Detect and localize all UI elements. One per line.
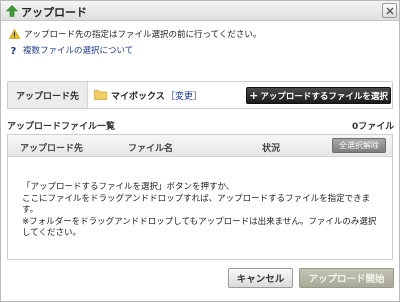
column-destination: アップロード先 — [20, 144, 84, 154]
file-list-header: アップロード先 ファイル名 状況 全選択解除 — [8, 135, 392, 157]
column-filename: ファイル名 — [128, 144, 174, 154]
cancel-button[interactable]: キャンセル — [228, 268, 293, 288]
deselect-all-button[interactable]: 全選択解除 — [332, 138, 386, 153]
dropzone-instructions: 「アップロードするファイルを選択」ボタンを押すか、 ここにファイルをドラッグアン… — [22, 182, 382, 240]
notice-row: アップロード先の指定はファイル選択の前に行ってください。 — [9, 28, 261, 40]
instruction-line: 「アップロードするファイルを選択」ボタンを押すか、 — [22, 182, 235, 192]
upload-destination-panel: アップロード先 マイボックス ［変更］ + アップロードするファイルを選択 — [7, 81, 393, 109]
select-files-label: アップロードするファイルを選択 — [260, 91, 388, 102]
close-icon — [386, 7, 393, 14]
dialog-titlebar: アップロード — [1, 1, 399, 21]
start-upload-button[interactable]: アップロード開始 — [299, 268, 394, 288]
select-files-button[interactable]: + アップロードするファイルを選択 — [246, 87, 391, 104]
dialog-title: アップロード — [21, 6, 87, 19]
svg-text:?: ? — [11, 46, 17, 55]
multi-file-help-link[interactable]: 複数ファイルの選択について — [23, 44, 133, 56]
warning-icon — [9, 29, 20, 39]
file-list-title: アップロードファイル一覧 — [7, 122, 116, 132]
change-destination-link[interactable]: ［変更］ — [166, 89, 202, 102]
destination-folder-name: マイボックス — [111, 92, 165, 102]
file-count: 0ファイル — [352, 122, 395, 132]
destination-label: アップロード先 — [8, 82, 88, 108]
folder-icon — [94, 89, 107, 100]
help-icon: ? — [11, 46, 17, 55]
instruction-line: ※フォルダーをドラッグアンドドロップしてもアップロードは出来ません。ファイルのみ… — [22, 216, 377, 239]
notice-text: アップロード先の指定はファイル選択の前に行ってください。 — [24, 30, 262, 40]
plus-icon: + — [249, 89, 259, 102]
upload-arrow-icon — [5, 5, 19, 17]
close-button[interactable] — [382, 3, 397, 18]
help-row: ? 複数ファイルの選択について — [9, 44, 134, 56]
file-list-dropzone[interactable]: アップロード先 ファイル名 状況 全選択解除 「アップロードするファイルを選択」… — [7, 134, 393, 260]
instruction-line: ここにファイルをドラッグアンドドロップすれば、アップロードするファイルを指定でき… — [22, 193, 371, 216]
column-status: 状況 — [262, 144, 281, 154]
upload-dialog: アップロード アップロード先の指定はファイル選択の前に行ってください。 ? 複数… — [0, 0, 400, 302]
